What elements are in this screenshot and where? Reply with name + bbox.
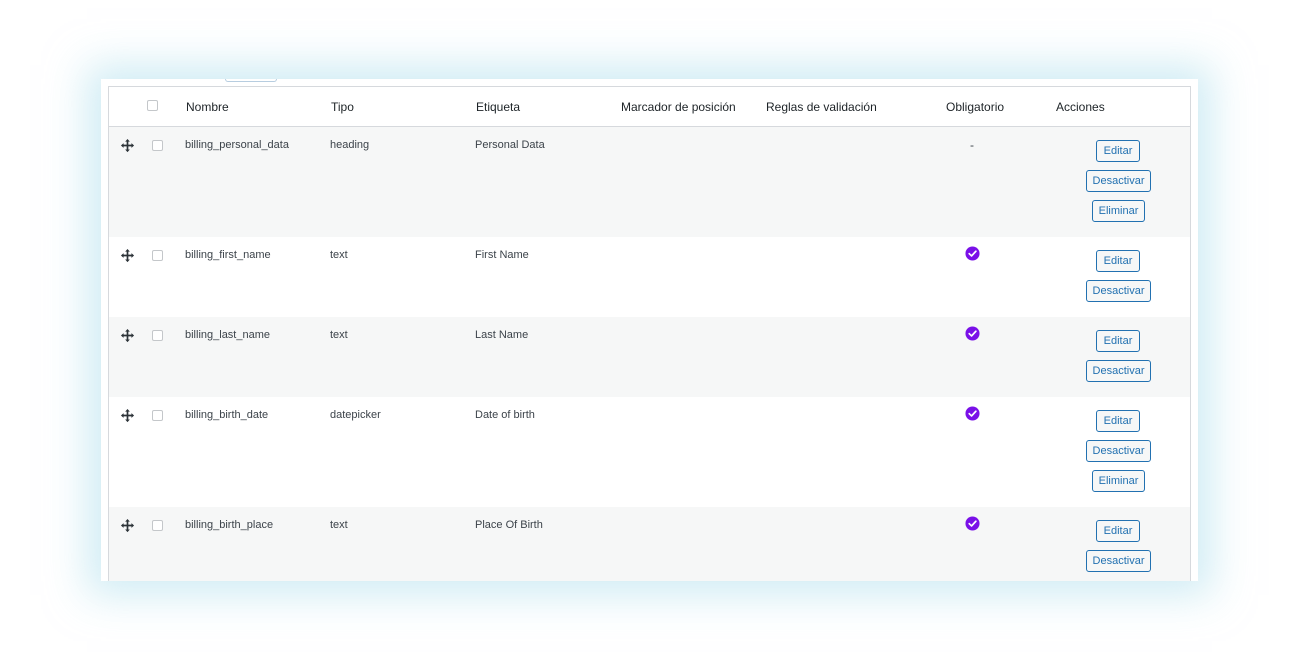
table-row: billing_first_name text First Name Edita… (109, 237, 1190, 317)
header-obligatorio: Obligatorio (946, 100, 1005, 114)
drag-move-icon[interactable] (120, 408, 135, 423)
table-row: billing_last_name text Last Name Editar … (109, 317, 1190, 397)
table-row: billing_birth_place text Place Of Birth … (109, 507, 1190, 581)
cell-nombre: billing_personal_data (185, 139, 289, 151)
cell-tipo: heading (330, 139, 370, 151)
tab-stub[interactable] (225, 79, 277, 82)
select-all-checkbox[interactable] (147, 100, 158, 111)
deactivate-button[interactable]: Desactivar (1086, 280, 1151, 302)
delete-button[interactable]: Eliminar (1092, 470, 1145, 492)
cell-etiqueta: Date of birth (475, 409, 535, 421)
drag-move-icon[interactable] (120, 518, 135, 533)
cell-etiqueta: Personal Data (475, 139, 545, 151)
cell-nombre: billing_birth_date (185, 409, 269, 421)
deactivate-button[interactable]: Desactivar (1086, 440, 1151, 462)
cell-tipo: text (330, 249, 348, 261)
cell-obligatorio: - (970, 138, 974, 152)
cell-etiqueta: Place Of Birth (475, 519, 543, 531)
drag-move-icon[interactable] (120, 138, 135, 153)
table-row: billing_personal_data heading Personal D… (109, 127, 1190, 237)
edit-button[interactable]: Editar (1096, 140, 1140, 162)
drag-move-icon[interactable] (120, 328, 135, 343)
row-checkbox[interactable] (152, 520, 163, 531)
delete-button[interactable]: Eliminar (1092, 200, 1145, 222)
header-tipo: Tipo (331, 100, 354, 114)
check-circle-icon (965, 516, 980, 531)
edit-button[interactable]: Editar (1096, 410, 1140, 432)
deactivate-button[interactable]: Desactivar (1086, 360, 1151, 382)
check-circle-icon (965, 246, 980, 261)
fields-panel: Nombre Tipo Etiqueta Marcador de posició… (101, 79, 1198, 581)
table-row: billing_birth_date datepicker Date of bi… (109, 397, 1190, 507)
header-marcador: Marcador de posición (621, 100, 736, 114)
drag-move-icon[interactable] (120, 248, 135, 263)
cell-tipo: text (330, 329, 348, 341)
header-acciones: Acciones (1056, 100, 1105, 114)
row-checkbox[interactable] (152, 140, 163, 151)
cell-nombre: billing_birth_place (185, 519, 274, 531)
edit-button[interactable]: Editar (1096, 330, 1140, 352)
row-checkbox[interactable] (152, 330, 163, 341)
deactivate-button[interactable]: Desactivar (1086, 550, 1151, 572)
cell-nombre: billing_first_name (185, 249, 271, 261)
row-checkbox[interactable] (152, 250, 163, 261)
fields-table: Nombre Tipo Etiqueta Marcador de posició… (108, 86, 1191, 581)
cell-tipo: text (330, 519, 348, 531)
edit-button[interactable]: Editar (1096, 250, 1140, 272)
cell-nombre: billing_last_name (185, 329, 270, 341)
check-circle-icon (965, 406, 980, 421)
header-etiqueta: Etiqueta (476, 100, 521, 114)
header-nombre: Nombre (186, 100, 229, 114)
header-reglas: Reglas de validación (766, 100, 877, 114)
table-header: Nombre Tipo Etiqueta Marcador de posició… (109, 87, 1190, 127)
deactivate-button[interactable]: Desactivar (1086, 170, 1151, 192)
check-circle-icon (965, 326, 980, 341)
cell-tipo: datepicker (330, 409, 381, 421)
cell-etiqueta: First Name (475, 249, 529, 261)
edit-button[interactable]: Editar (1096, 520, 1140, 542)
row-checkbox[interactable] (152, 410, 163, 421)
cell-etiqueta: Last Name (475, 329, 529, 341)
